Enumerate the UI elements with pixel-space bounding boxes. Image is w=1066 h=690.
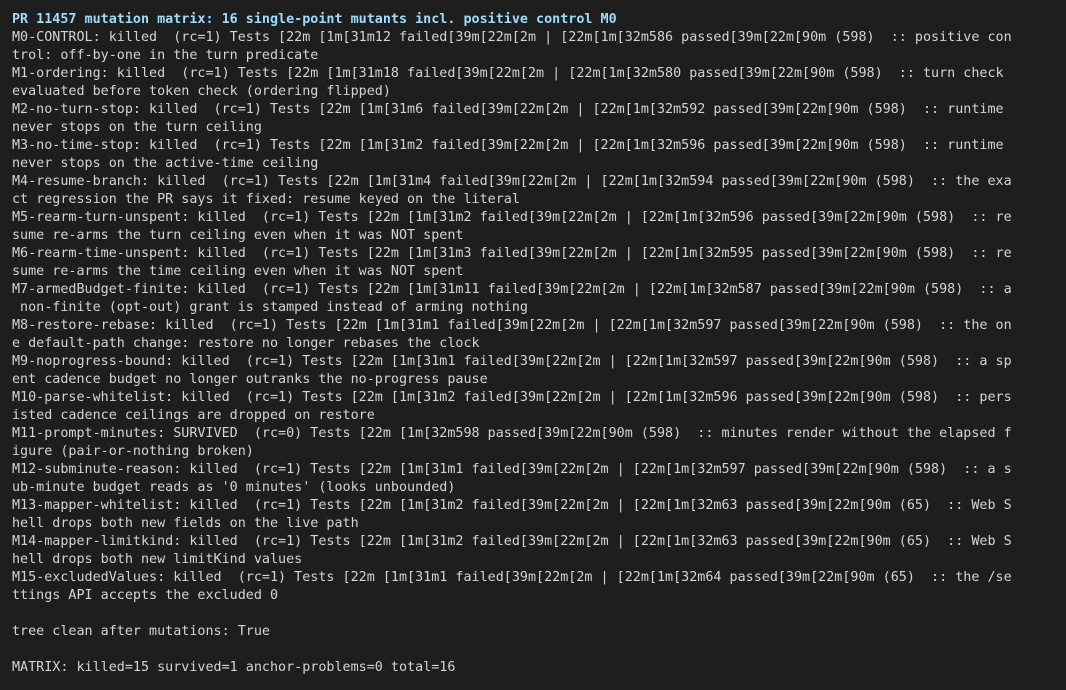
- log-line: M3-no-time-stop: killed (rc=1) Tests [22…: [12, 138, 1004, 153]
- log-line: non-finite (opt-out) grant is stamped in…: [12, 300, 528, 315]
- log-line: never stops on the active-time ceiling: [12, 156, 319, 171]
- log-line: M2-no-turn-stop: killed (rc=1) Tests [22…: [12, 102, 1004, 117]
- log-line: never stops on the turn ceiling: [12, 120, 262, 135]
- log-line: hell drops both new limitKind values: [12, 552, 303, 567]
- log-line: M4-resume-branch: killed (rc=1) Tests [2…: [12, 174, 1012, 189]
- log-line: ub-minute budget reads as '0 minutes' (l…: [12, 480, 456, 495]
- log-line: M11-prompt-minutes: SURVIVED (rc=0) Test…: [12, 426, 1012, 441]
- log-line: ct regression the PR says it fixed: resu…: [12, 192, 520, 207]
- log-line: M8-restore-rebase: killed (rc=1) Tests […: [12, 318, 1012, 333]
- log-line: M6-rearm-time-unspent: killed (rc=1) Tes…: [12, 246, 1012, 261]
- output-title: PR 11457 mutation matrix: 16 single-poin…: [12, 12, 617, 27]
- mutation-log: M0-CONTROL: killed (rc=1) Tests [22m [1m…: [12, 29, 1066, 605]
- log-line: igure (pair-or-nothing broken): [12, 444, 254, 459]
- log-line: trol: off-by-one in the turn predicate: [12, 48, 319, 63]
- log-line: M15-excludedValues: killed (rc=1) Tests …: [12, 570, 1012, 585]
- log-line: M10-parse-whitelist: killed (rc=1) Tests…: [12, 390, 1012, 405]
- terminal-output[interactable]: PR 11457 mutation matrix: 16 single-poin…: [0, 0, 1066, 690]
- log-line: hell drops both new fields on the live p…: [12, 516, 359, 531]
- log-line: sume re-arms the turn ceiling even when …: [12, 228, 464, 243]
- log-line: e default-path change: restore no longer…: [12, 336, 480, 351]
- matrix-summary-line: MATRIX: killed=15 survived=1 anchor-prob…: [12, 660, 456, 675]
- log-line: M0-CONTROL: killed (rc=1) Tests [22m [1m…: [12, 30, 1012, 45]
- log-line: M1-ordering: killed (rc=1) Tests [22m [1…: [12, 66, 1004, 81]
- log-line: M14-mapper-limitkind: killed (rc=1) Test…: [12, 534, 1012, 549]
- log-line: sume re-arms the time ceiling even when …: [12, 264, 464, 279]
- log-line: M7-armedBudget-finite: killed (rc=1) Tes…: [12, 282, 1012, 297]
- log-line: M5-rearm-turn-unspent: killed (rc=1) Tes…: [12, 210, 1012, 225]
- log-line: ttings API accepts the excluded 0: [12, 588, 279, 603]
- log-line: M13-mapper-whitelist: killed (rc=1) Test…: [12, 498, 1012, 513]
- log-line: M12-subminute-reason: killed (rc=1) Test…: [12, 462, 1012, 477]
- log-line: isted cadence ceilings are dropped on re…: [12, 408, 375, 423]
- log-line: evaluated before token check (ordering f…: [12, 84, 391, 99]
- log-line: ent cadence budget no longer outranks th…: [12, 372, 488, 387]
- log-line: M9-noprogress-bound: killed (rc=1) Tests…: [12, 354, 1012, 369]
- tree-status-line: tree clean after mutations: True: [12, 624, 270, 639]
